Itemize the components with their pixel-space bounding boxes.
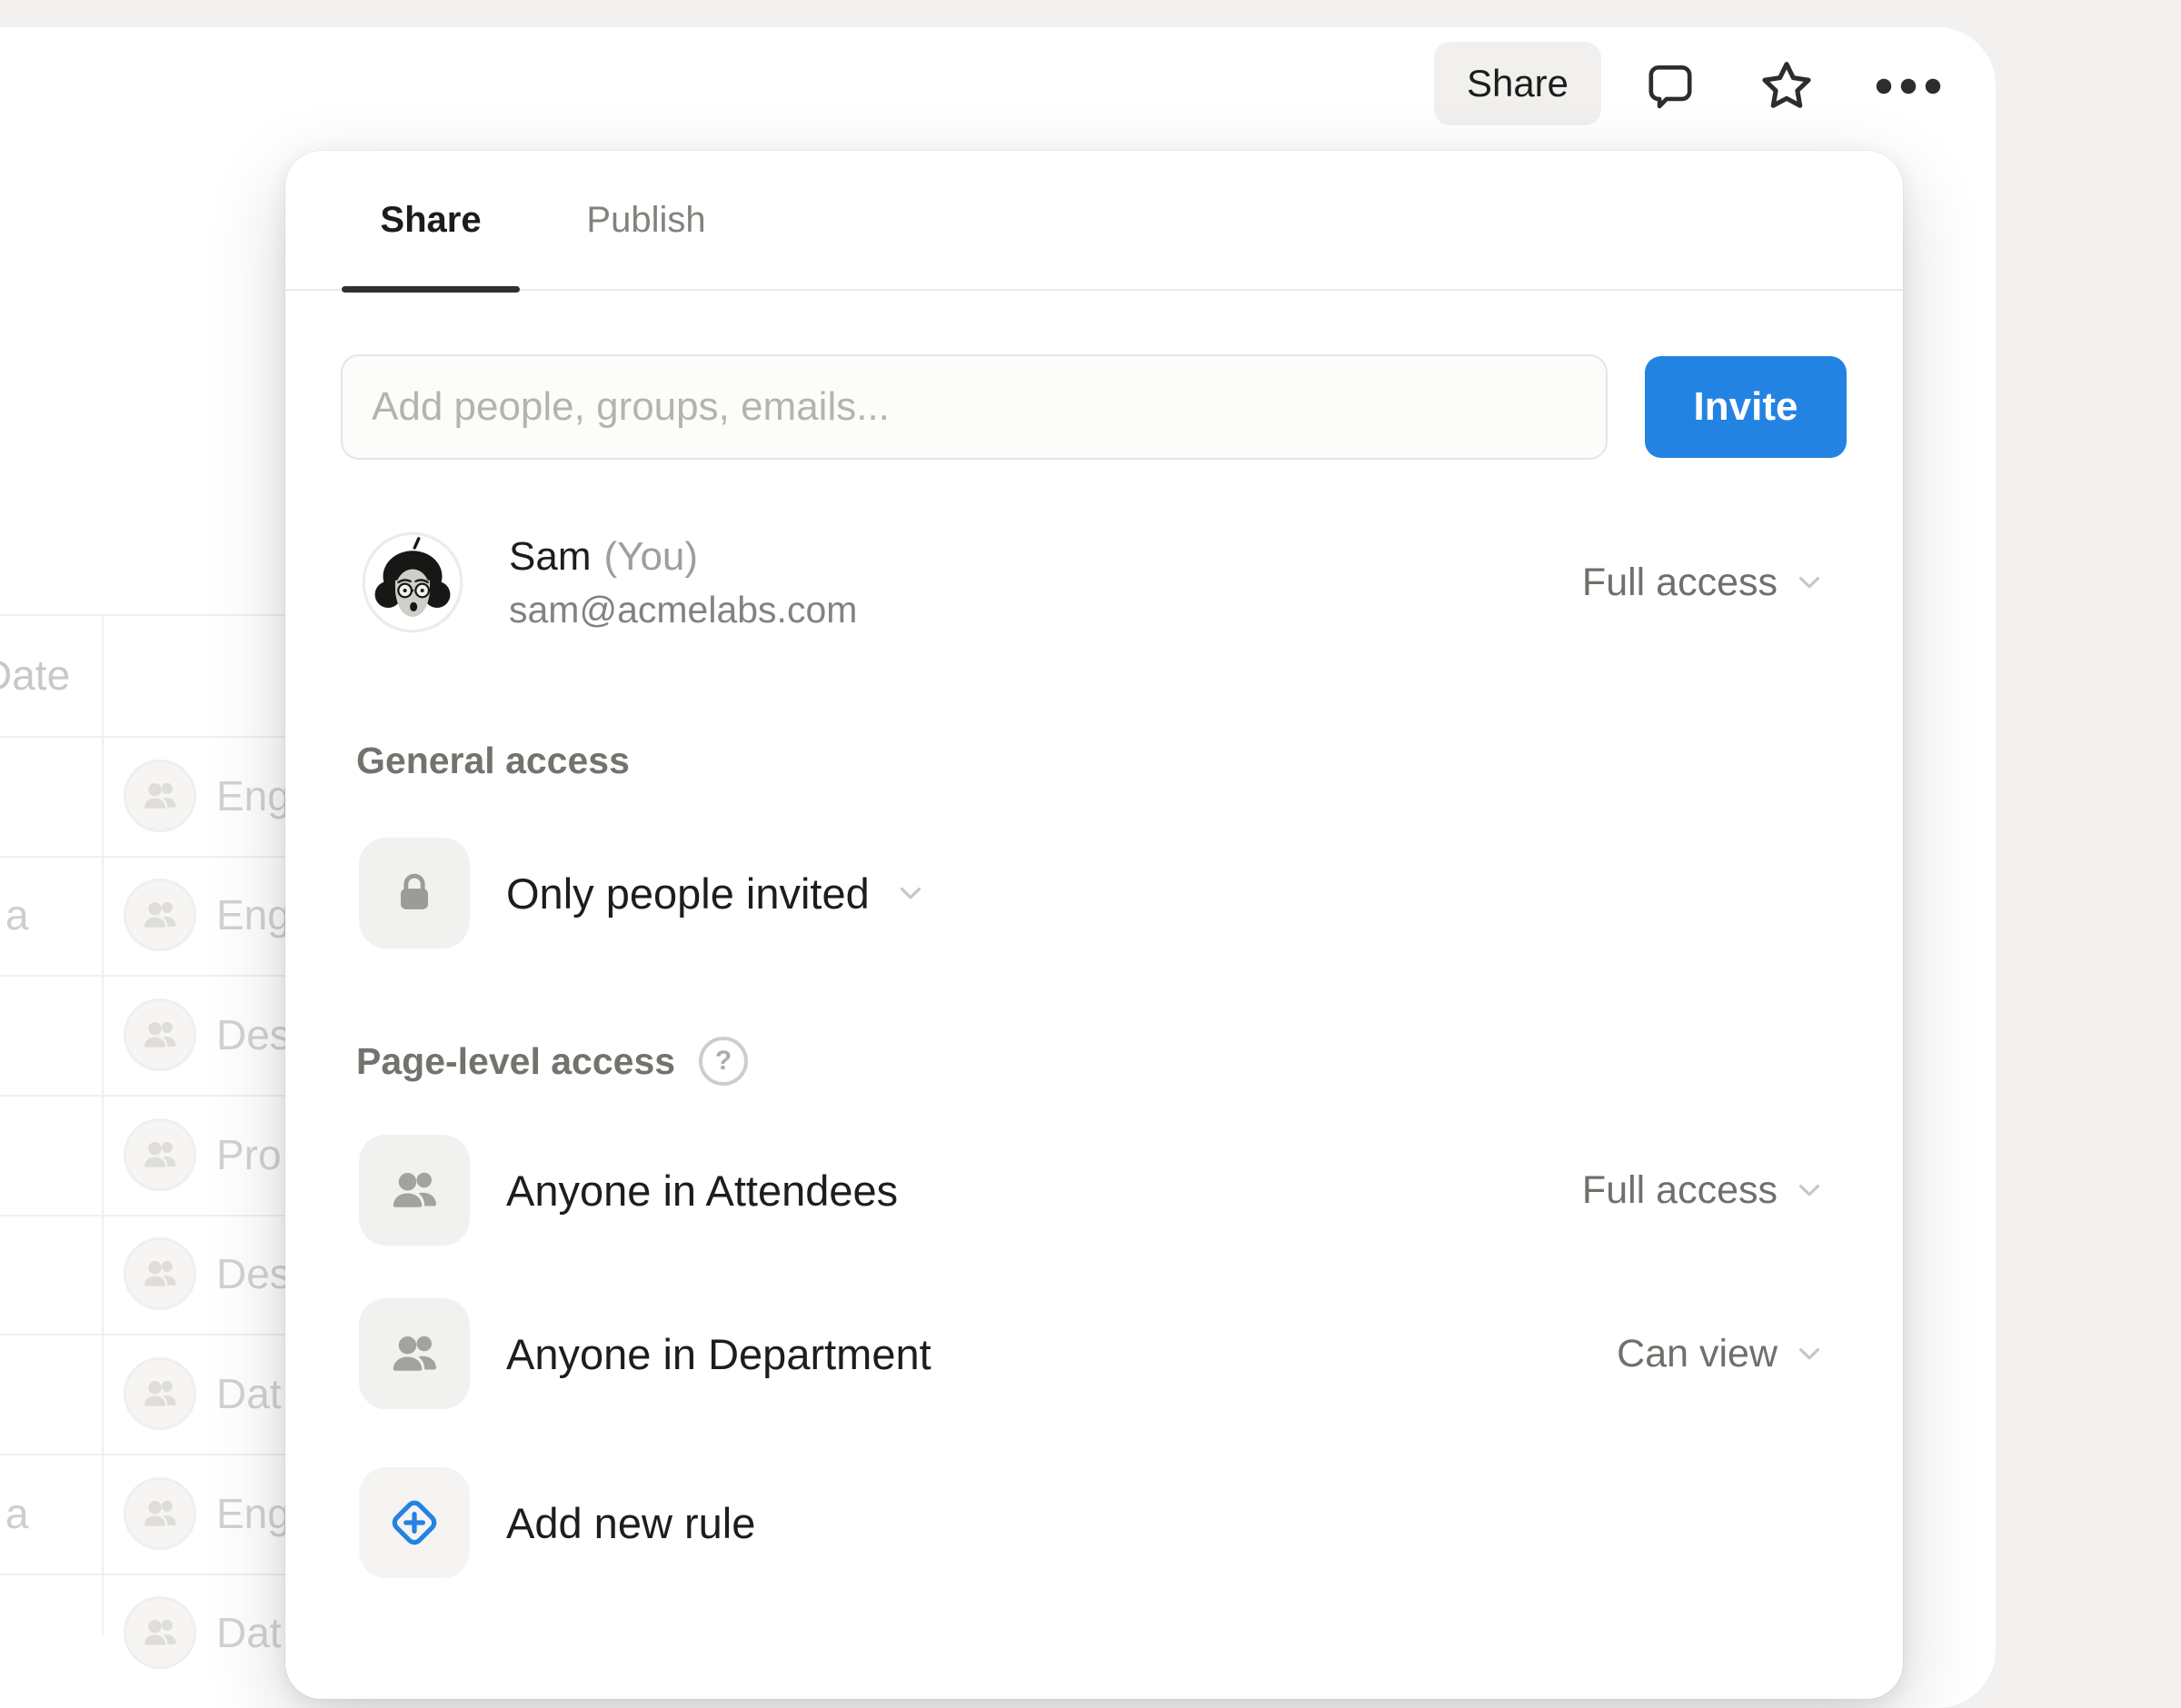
owner-name: Sam	[509, 534, 591, 580]
group-avatar	[124, 998, 196, 1071]
people-icon	[140, 1135, 180, 1175]
general-access-value: Only people invited	[506, 869, 870, 919]
tab-share[interactable]: Share	[342, 151, 520, 289]
page-level-heading-label: Page-level access	[356, 1040, 675, 1083]
table-cell-label: Eng	[216, 879, 291, 951]
people-icon	[140, 1015, 180, 1055]
people-icon	[387, 1326, 442, 1381]
owner-permission-value: Full access	[1582, 561, 1778, 605]
people-icon	[140, 1613, 180, 1653]
toolbar-share-label: Share	[1467, 62, 1569, 105]
table-cell-label: Eng	[216, 1477, 291, 1550]
table-column-header-date: Date	[0, 650, 70, 700]
owner-email: sam@acmelabs.com	[509, 589, 857, 631]
page-rule-row: Anyone in Attendees Full access	[359, 1135, 1827, 1246]
rule-label: Anyone in Attendees	[506, 1166, 898, 1216]
people-icon	[140, 895, 180, 935]
general-access-dropdown[interactable]: Only people invited	[506, 869, 928, 919]
table-cell-label: Des	[216, 1237, 291, 1310]
chevron-down-icon	[1792, 1336, 1827, 1371]
general-access-heading: General access	[356, 740, 630, 782]
table-cell-fragment: a	[5, 1477, 29, 1550]
table-cell-label: Dat	[216, 1596, 282, 1669]
comment-bubble-icon	[1642, 58, 1698, 114]
page-level-access-heading: Page-level access ?	[356, 1037, 748, 1086]
owner-avatar	[362, 531, 463, 633]
member-row-owner: Sam (You) sam@acmelabs.com Full access	[362, 528, 1827, 637]
more-options-button[interactable]	[1867, 45, 1949, 127]
group-icon-box	[359, 1135, 470, 1246]
star-icon	[1756, 55, 1818, 117]
favorite-button[interactable]	[1746, 45, 1827, 127]
add-new-rule-button[interactable]: Add new rule	[359, 1467, 1827, 1578]
rule-label: Anyone in Department	[506, 1329, 931, 1379]
rule-permission-value: Can view	[1617, 1332, 1778, 1376]
rule-permission-value: Full access	[1582, 1168, 1778, 1213]
share-dialog: Share Publish Invite Sam (You)	[285, 151, 1903, 1699]
comments-button[interactable]	[1629, 45, 1711, 127]
chevron-down-icon	[893, 876, 928, 910]
table-cell-label: Eng	[216, 760, 291, 832]
owner-you-suffix: (You)	[603, 534, 698, 580]
rule-permission-dropdown[interactable]: Can view	[1617, 1332, 1827, 1376]
owner-permission-dropdown[interactable]: Full access	[1582, 561, 1827, 605]
people-icon	[140, 1494, 180, 1534]
chevron-down-icon	[1792, 565, 1827, 600]
people-icon	[387, 1163, 442, 1217]
group-avatar	[124, 1596, 196, 1669]
people-icon	[140, 776, 180, 816]
lock-icon	[388, 867, 441, 919]
group-avatar	[124, 1237, 196, 1310]
lock-icon-box	[359, 838, 470, 948]
table-cell-label: Dat	[216, 1357, 282, 1430]
toolbar-share-button[interactable]: Share	[1434, 42, 1601, 125]
invite-button[interactable]: Invite	[1645, 356, 1847, 458]
general-access-row: Only people invited	[359, 838, 1827, 948]
chevron-down-icon	[1792, 1173, 1827, 1207]
group-avatar	[124, 1118, 196, 1191]
people-icon	[140, 1374, 180, 1414]
help-icon[interactable]: ?	[699, 1037, 748, 1086]
ellipsis-icon	[1867, 45, 1949, 127]
table-cell-label: Pro	[216, 1118, 282, 1191]
table-cell-fragment: a	[5, 879, 29, 951]
group-avatar	[124, 1357, 196, 1430]
invite-input[interactable]	[341, 354, 1608, 460]
group-icon-box	[359, 1298, 470, 1409]
add-rule-label: Add new rule	[506, 1498, 755, 1548]
group-avatar	[124, 879, 196, 951]
page-rule-row: Anyone in Department Can view	[359, 1298, 1827, 1409]
table-gridline	[102, 614, 104, 1635]
group-avatar	[124, 1477, 196, 1550]
table-cell-label: Des	[216, 998, 291, 1071]
tab-publish[interactable]: Publish	[569, 151, 723, 289]
rule-permission-dropdown[interactable]: Full access	[1582, 1168, 1827, 1213]
people-icon	[140, 1254, 180, 1294]
diamond-plus-icon	[384, 1493, 444, 1553]
active-tab-underline	[342, 286, 520, 293]
general-access-heading-label: General access	[356, 740, 630, 782]
dialog-tabbar: Share Publish	[285, 151, 1903, 291]
add-rule-icon-box	[359, 1467, 470, 1578]
group-avatar	[124, 760, 196, 832]
